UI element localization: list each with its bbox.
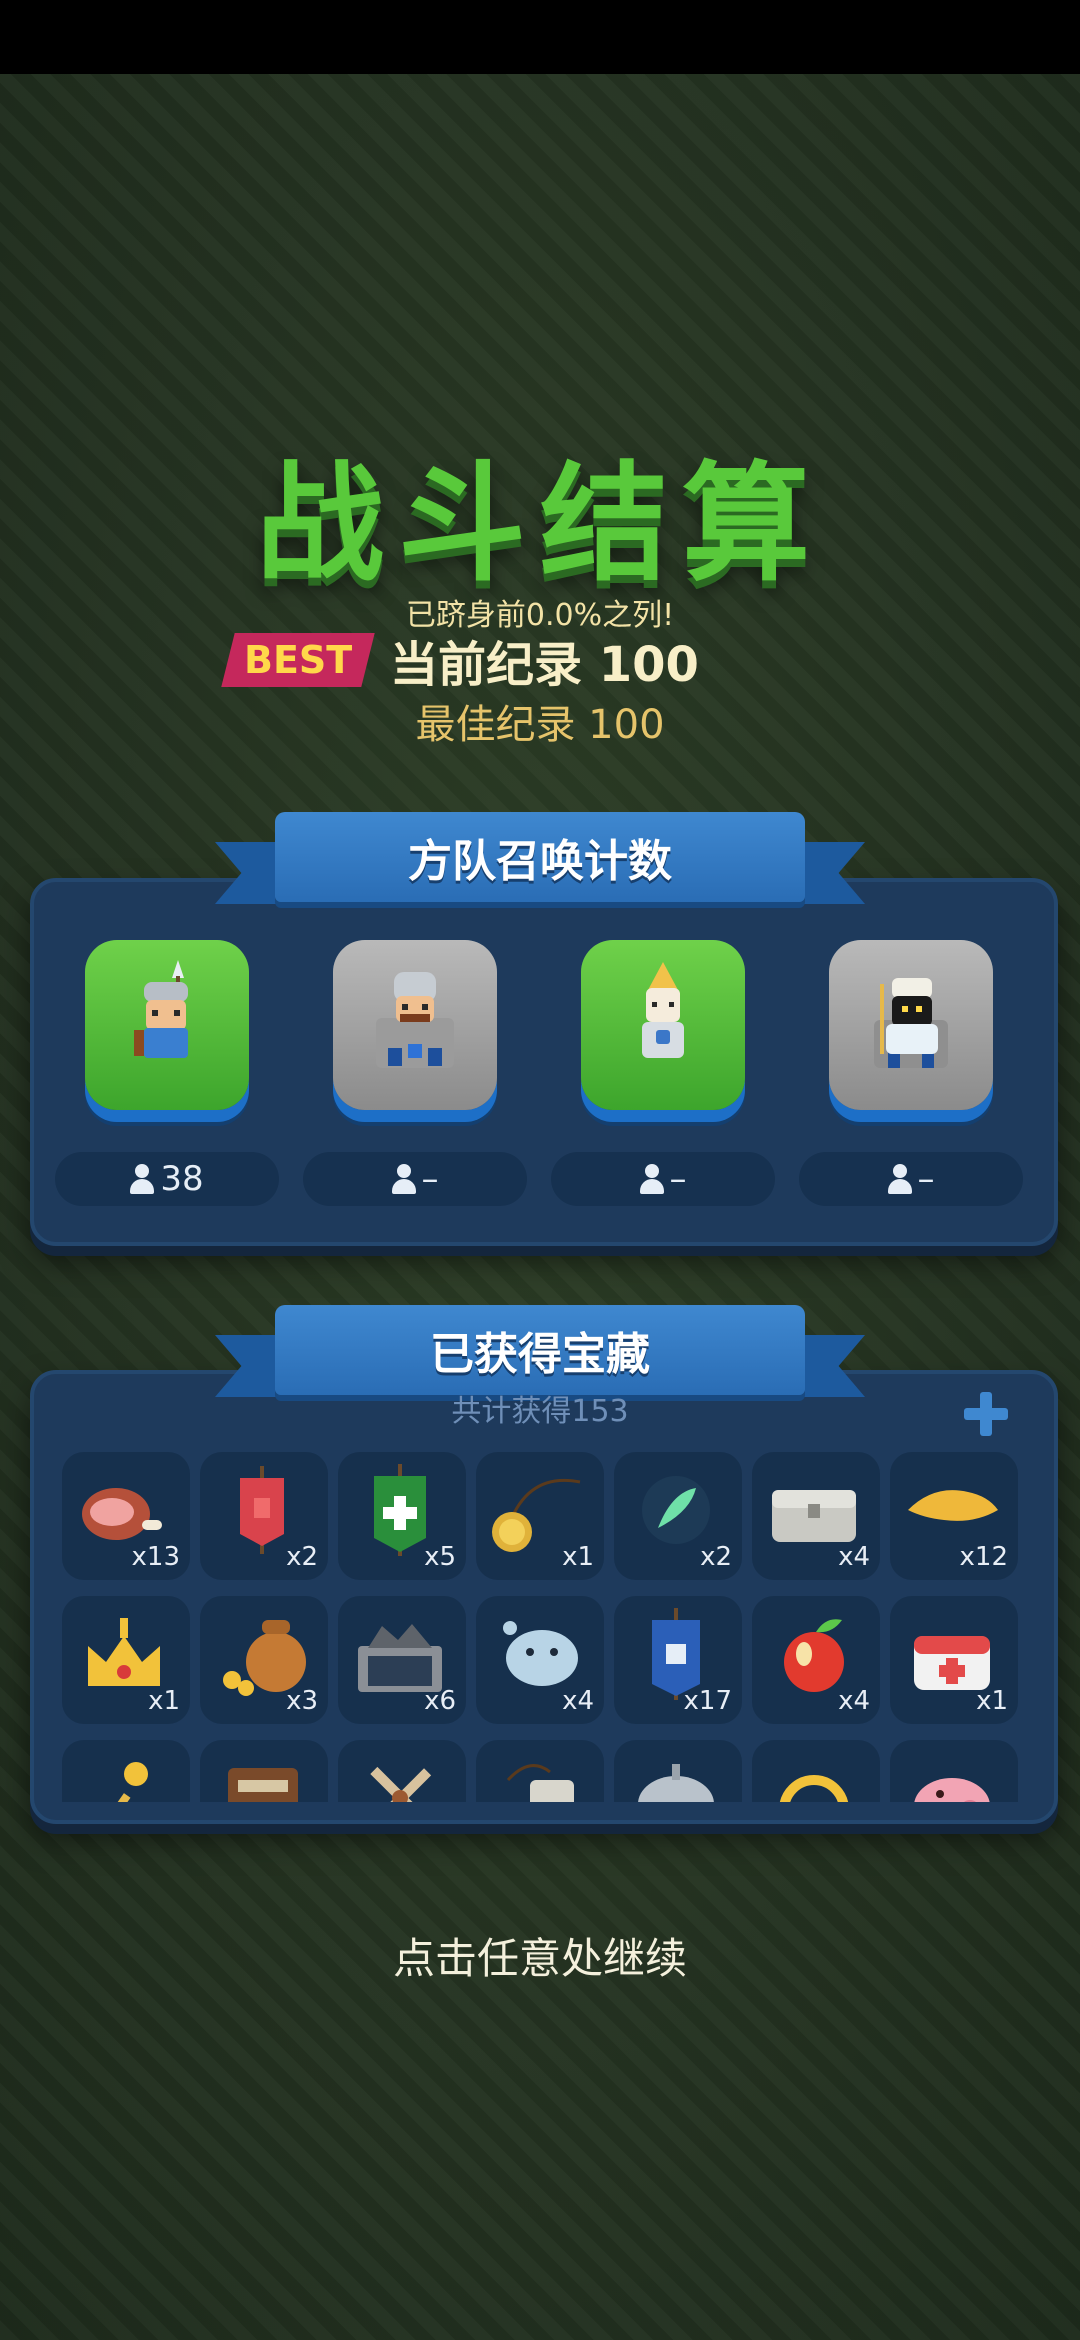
treasure-slot[interactable] bbox=[752, 1740, 880, 1802]
treasure-slot[interactable]: x5 bbox=[338, 1452, 466, 1580]
treasure-slot[interactable]: x12 bbox=[890, 1452, 1018, 1580]
squad-unit-row: 38 – – – bbox=[55, 920, 1025, 1220]
gold-scepter-icon bbox=[89, 1762, 148, 1802]
spearman-icon bbox=[134, 960, 188, 1058]
unit-card[interactable]: 38 bbox=[55, 920, 279, 1210]
treasure-slot[interactable]: x1 bbox=[62, 1596, 190, 1724]
treasure-slot[interactable] bbox=[62, 1740, 190, 1802]
best-badge-label: BEST bbox=[243, 638, 353, 682]
treasure-slot[interactable]: x1 bbox=[890, 1596, 1018, 1724]
bishop-icon bbox=[642, 962, 684, 1058]
treasure-slot[interactable]: x13 bbox=[62, 1452, 190, 1580]
pig-icon bbox=[914, 1778, 990, 1802]
treasure-slot[interactable]: x1 bbox=[476, 1452, 604, 1580]
unit-count: – bbox=[799, 1152, 1023, 1206]
unit-card[interactable]: – bbox=[799, 920, 1023, 1210]
treasure-slot[interactable]: x2 bbox=[614, 1452, 742, 1580]
current-record: 当前纪录 100 bbox=[390, 637, 699, 693]
treasure-grid[interactable]: x13 x2 x5 x1 x2 x4 x12 x1 x3 x6 x4 x17 x… bbox=[62, 1452, 1022, 1802]
treasure-slot[interactable]: x3 bbox=[200, 1596, 328, 1724]
treasure-slot[interactable] bbox=[338, 1740, 466, 1802]
treasure-slot[interactable]: x2 bbox=[200, 1452, 328, 1580]
person-icon bbox=[391, 1164, 416, 1194]
unit-card[interactable]: – bbox=[303, 920, 527, 1210]
person-icon bbox=[130, 1164, 155, 1194]
battle-result-title: 战斗结算 bbox=[255, 450, 824, 599]
unit-tile bbox=[333, 940, 497, 1110]
knight-castle-icon bbox=[376, 972, 454, 1068]
treasure-total: 共计获得153 bbox=[451, 1394, 629, 1429]
unit-tile bbox=[85, 940, 249, 1110]
unit-tile bbox=[581, 940, 745, 1110]
treasure-slot[interactable] bbox=[476, 1740, 604, 1802]
unit-count: – bbox=[303, 1152, 527, 1206]
gold-ring-icon bbox=[779, 1775, 849, 1802]
treasure-slot[interactable] bbox=[614, 1740, 742, 1802]
unit-card[interactable]: – bbox=[551, 920, 775, 1210]
treasure-slot[interactable]: x4 bbox=[752, 1596, 880, 1724]
treasure-slot[interactable] bbox=[890, 1740, 1018, 1802]
treasure-slot[interactable] bbox=[200, 1740, 328, 1802]
status-bar bbox=[0, 0, 1080, 74]
unit-count: 38 bbox=[55, 1152, 279, 1206]
treasure-panel-title: 已获得宝藏 bbox=[430, 1329, 650, 1380]
person-icon bbox=[887, 1164, 912, 1194]
book-icon bbox=[228, 1768, 298, 1802]
unit-count: – bbox=[551, 1152, 775, 1206]
person-icon bbox=[639, 1164, 664, 1194]
best-badge: BEST bbox=[221, 633, 375, 687]
windmill-icon bbox=[370, 1766, 432, 1802]
squad-ribbon: 方队召唤计数 bbox=[215, 812, 865, 912]
current-record-row: BEST 当前纪录 100 bbox=[221, 630, 699, 693]
treasure-slot[interactable]: x4 bbox=[476, 1596, 604, 1724]
priest-icon bbox=[874, 978, 948, 1068]
treasure-slot[interactable]: x4 bbox=[752, 1452, 880, 1580]
expand-plus-icon[interactable] bbox=[962, 1390, 1010, 1438]
treasure-slot[interactable]: x17 bbox=[614, 1596, 742, 1724]
tag-icon bbox=[506, 1764, 574, 1802]
squad-panel-title: 方队召唤计数 bbox=[408, 836, 672, 887]
best-record: 最佳纪录 100 bbox=[415, 702, 665, 748]
helmet-icon bbox=[638, 1764, 714, 1802]
continue-hint[interactable]: 点击任意处继续 bbox=[0, 1925, 1080, 1986]
treasure-slot[interactable]: x6 bbox=[338, 1596, 466, 1724]
unit-tile bbox=[829, 940, 993, 1110]
